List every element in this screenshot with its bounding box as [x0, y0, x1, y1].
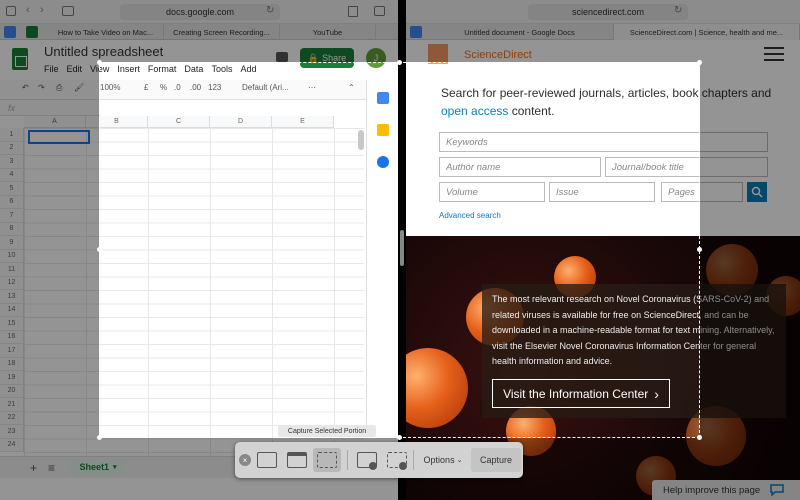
intro-text-end: content.: [508, 104, 555, 118]
divider-handle[interactable]: [400, 230, 404, 266]
resize-handle[interactable]: [697, 435, 702, 440]
chevron-right-icon: ›: [654, 385, 659, 402]
resize-handle[interactable]: [97, 247, 102, 252]
resize-handle[interactable]: [397, 435, 402, 440]
chevron-down-icon: ⌄: [456, 457, 463, 464]
percent-button[interactable]: %: [160, 83, 167, 92]
capture-selected-portion-label: Capture Selected Portion: [278, 425, 376, 437]
collapse-chevron-icon[interactable]: ⌃: [348, 83, 355, 92]
placeholder: Pages: [668, 186, 695, 198]
virus-image: [406, 348, 468, 428]
record-dot-icon: [369, 462, 377, 470]
placeholder: Author name: [446, 161, 501, 173]
open-access-link[interactable]: open access: [441, 104, 508, 118]
placeholder: Volume: [446, 186, 478, 198]
resize-handle[interactable]: [397, 60, 402, 65]
menu-data[interactable]: Data: [184, 64, 203, 74]
capture-button[interactable]: Capture: [471, 448, 521, 472]
column-header[interactable]: E: [272, 116, 334, 128]
resize-handle[interactable]: [97, 60, 102, 65]
vertical-scrollbar[interactable]: [358, 130, 364, 150]
calendar-icon[interactable]: [377, 92, 389, 104]
more-button[interactable]: ⋯: [308, 83, 316, 92]
menu-addons[interactable]: Add: [240, 64, 256, 74]
toolbar-separator: [413, 450, 414, 470]
dim-overlay-right: [700, 62, 800, 438]
options-button[interactable]: Options ⌄: [418, 448, 468, 472]
resize-handle[interactable]: [697, 60, 702, 65]
menu-tools[interactable]: Tools: [211, 64, 232, 74]
volume-input[interactable]: Volume: [439, 182, 545, 202]
hero-button-label: Visit the Information Center: [503, 386, 649, 401]
zoom-select[interactable]: 100%: [100, 83, 120, 92]
visit-information-center-button[interactable]: Visit the Information Center ›: [492, 379, 670, 408]
currency-button[interactable]: £: [144, 83, 148, 92]
record-dot-icon: [399, 462, 407, 470]
menu-format[interactable]: Format: [148, 64, 177, 74]
capture-window-icon[interactable]: [287, 452, 307, 468]
keep-icon[interactable]: [377, 124, 389, 136]
capture-selected-portion-icon[interactable]: [317, 452, 337, 468]
side-panel: [366, 80, 398, 430]
dim-overlay-top: [0, 0, 800, 62]
issue-input[interactable]: Issue: [549, 182, 655, 202]
capture-entire-screen-icon[interactable]: [257, 452, 277, 468]
advanced-search-link[interactable]: Advanced search: [439, 211, 501, 220]
placeholder: Journal/book title: [612, 161, 684, 173]
tasks-icon[interactable]: [377, 156, 389, 168]
dim-overlay-left: [0, 62, 99, 438]
toolbar-separator: [347, 450, 348, 470]
menu-insert[interactable]: Insert: [117, 64, 140, 74]
placeholder: Keywords: [446, 136, 488, 148]
increase-decimal-button[interactable]: .00: [190, 83, 201, 92]
resize-handle[interactable]: [697, 247, 702, 252]
column-header[interactable]: C: [148, 116, 210, 128]
column-header[interactable]: D: [210, 116, 272, 128]
number-format-select[interactable]: 123: [208, 83, 221, 92]
decrease-decimal-button[interactable]: .0: [174, 83, 181, 92]
close-icon[interactable]: ×: [239, 454, 251, 466]
resize-handle[interactable]: [97, 435, 102, 440]
placeholder: Issue: [556, 186, 579, 198]
author-input[interactable]: Author name: [439, 157, 601, 177]
options-label: Options: [423, 455, 455, 465]
font-select[interactable]: Default (Ari...: [242, 83, 289, 92]
